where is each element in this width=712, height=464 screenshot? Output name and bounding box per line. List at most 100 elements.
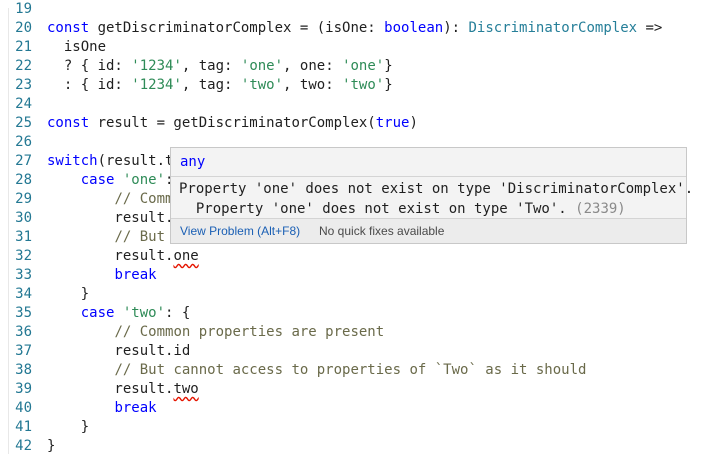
code-text: case 'one':: [47, 171, 174, 190]
code-token: , two:: [283, 77, 343, 93]
code-token: // Comm: [114, 191, 174, 207]
line-number: 33: [15, 267, 32, 283]
code-token: 'one': [240, 58, 284, 74]
line-number: 40: [15, 400, 32, 416]
code-text: const result = getDiscriminatorComplex(t…: [47, 114, 418, 133]
code-token: switch: [47, 153, 98, 169]
line-number: 36: [15, 324, 32, 340]
code-token: result.: [47, 248, 174, 264]
line-number: 39: [15, 381, 32, 397]
code-text: }: [47, 285, 89, 304]
code-token: result.: [47, 381, 174, 397]
code-token: ):: [443, 20, 469, 36]
code-text: switch(result.t: [47, 152, 173, 171]
line-number: 26: [15, 134, 32, 150]
code-token: : { id:: [47, 77, 132, 93]
code-token: isOne:: [325, 20, 385, 36]
code-text: // But cannot access to properties of `T…: [47, 361, 586, 380]
code-text: : { id: '1234', tag: 'two', two: 'two'}: [47, 76, 393, 95]
line-number: 34: [15, 286, 32, 302]
view-problem-link[interactable]: View Problem (Alt+F8): [180, 224, 300, 238]
error-squiggle-token: two: [173, 381, 199, 397]
code-token: getDiscriminatorComplex = (: [97, 20, 326, 36]
code-token: result = getDiscriminatorComplex(: [97, 115, 376, 131]
code-token: boolean: [384, 20, 444, 36]
code-token: ? { id:: [47, 58, 132, 74]
line-number: 25: [15, 115, 32, 131]
line-number: 22: [15, 58, 32, 74]
code-text: case 'two': {: [47, 304, 191, 323]
error-message-text: Property 'one' does not exist on type 'T…: [179, 201, 576, 217]
code-token: : {: [165, 305, 191, 321]
code-editor[interactable]: 19 20 const getDiscriminatorComplex = (isO…: [0, 0, 712, 464]
hover-status-bar: View Problem (Alt+F8) No quick fixes ava…: [171, 218, 686, 243]
line-number: 32: [15, 248, 32, 264]
code-token: 'one': [122, 172, 166, 188]
code-token: 'two': [240, 77, 284, 93]
code-token: }: [47, 286, 90, 302]
hover-type: any: [180, 154, 206, 170]
line-number: 24: [15, 96, 32, 112]
code-token: isOne: [47, 39, 107, 55]
code-token: result.: [47, 210, 174, 226]
hover-divider: [171, 176, 686, 177]
code-token: =>: [637, 20, 663, 36]
code-token: , one:: [283, 58, 343, 74]
code-token: (result.t: [97, 153, 174, 169]
line-number: 42: [15, 438, 32, 454]
code-token: 'one': [342, 58, 385, 74]
code-token: 'two': [342, 77, 385, 93]
code-text: // Common properties are present: [47, 323, 384, 342]
line-number: 37: [15, 343, 32, 359]
no-quick-fixes-label: No quick fixes available: [319, 224, 445, 238]
code-text: break: [47, 266, 157, 285]
code-token: 'two': [122, 305, 166, 321]
code-token: case: [80, 305, 123, 321]
code-token: DiscriminatorComplex: [468, 20, 638, 36]
code-token: break: [114, 267, 157, 283]
error-message-line2: Property 'one' does not exist on type 'T…: [179, 201, 626, 217]
code-token: // Common properties are present: [114, 324, 385, 340]
code-token: const: [47, 20, 98, 36]
code-token: case: [80, 172, 123, 188]
line-number: 30: [15, 210, 32, 226]
code-token: '1234': [131, 77, 182, 93]
code-token: '1234': [131, 58, 182, 74]
code-text: result.id: [47, 342, 190, 361]
line-number: 27: [15, 153, 32, 169]
code-token: result.id: [47, 343, 191, 359]
line-number: 29: [15, 191, 32, 207]
line-number: 35: [15, 305, 32, 321]
hover-tooltip: any Property 'one' does not exist on typ…: [170, 147, 693, 244]
code-token: }: [47, 419, 90, 435]
code-text: }: [47, 418, 89, 437]
line-number: 41: [15, 419, 32, 435]
error-message-line1: Property 'one' does not exist on type 'D…: [179, 181, 694, 197]
code-token: break: [114, 400, 157, 416]
code-token: , tag:: [181, 77, 241, 93]
code-text: result.two: [47, 380, 199, 399]
line-number: 23: [15, 77, 32, 93]
code-text: const getDiscriminatorComplex = (isOne: …: [47, 19, 662, 38]
error-code: (2339): [575, 201, 626, 217]
code-token: ): [409, 115, 418, 131]
error-squiggle-token: one: [173, 248, 199, 264]
code-text: // Comm: [47, 190, 173, 209]
line-number: 31: [15, 229, 32, 245]
code-text: result.one: [47, 247, 199, 266]
code-text: isOne: [47, 38, 106, 57]
code-token: }: [384, 77, 393, 93]
code-token: }: [47, 438, 56, 454]
line-number: 21: [15, 39, 32, 55]
code-token: , tag:: [181, 58, 241, 74]
code-token: // But: [114, 229, 166, 245]
code-token: // But cannot access to properties of `T…: [114, 362, 587, 378]
code-text: break: [47, 399, 157, 418]
code-token: }: [384, 58, 393, 74]
